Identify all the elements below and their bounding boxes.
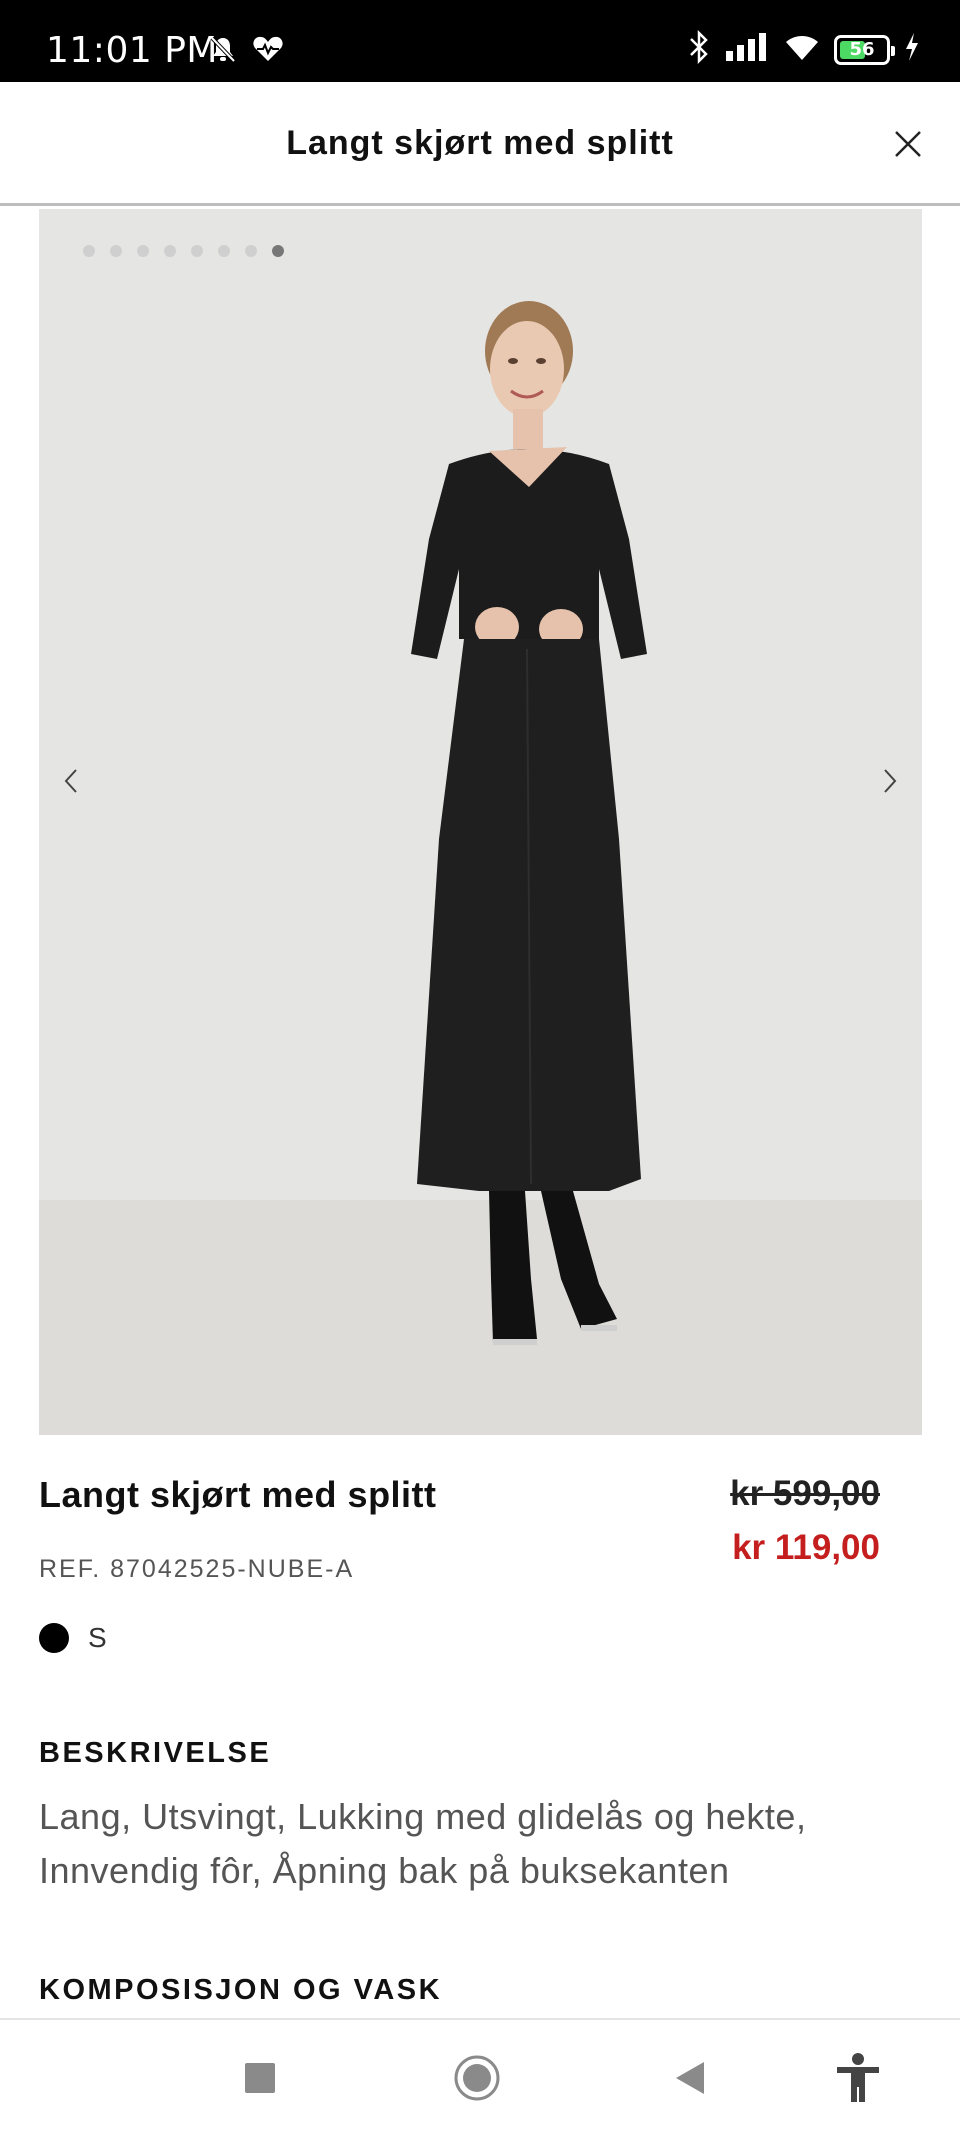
signal-icon — [724, 32, 770, 67]
back-triangle-icon — [676, 2062, 704, 2094]
header-title: Langt skjørt med splitt — [286, 124, 674, 162]
product-photo — [411, 301, 647, 1345]
gallery-next-button[interactable] — [870, 755, 910, 807]
status-right-icons: 56 — [688, 29, 920, 69]
battery-level: 56 — [849, 39, 875, 60]
gallery-dot[interactable] — [218, 245, 230, 257]
gallery-prev-button[interactable] — [51, 755, 91, 807]
product-name: Langt skjørt med splitt — [39, 1474, 437, 1515]
gallery-dot[interactable] — [245, 245, 257, 257]
gallery-dot[interactable] — [164, 245, 176, 257]
description-heading: BESKRIVELSE — [39, 1737, 272, 1769]
system-nav-bar — [0, 2018, 960, 2133]
gallery-pagination-dots — [83, 245, 284, 257]
status-bar: 11:01 PM 56 — [0, 0, 960, 82]
health-heart-icon — [252, 34, 284, 69]
battery-icon: 56 — [834, 34, 895, 65]
product-image-gallery[interactable] — [39, 209, 922, 1435]
wifi-icon — [784, 32, 820, 67]
gallery-dot[interactable] — [191, 245, 203, 257]
back-button[interactable] — [660, 2048, 720, 2108]
status-time: 11:01 PM — [46, 30, 218, 71]
sale-price: kr 119,00 — [732, 1528, 880, 1567]
gallery-dot-active[interactable] — [272, 245, 284, 257]
chevron-left-icon — [64, 769, 77, 793]
modal-header: Langt skjørt med splitt — [0, 82, 960, 206]
recents-button[interactable] — [230, 2048, 290, 2108]
status-left-icons — [208, 34, 284, 69]
size-label: S — [88, 1622, 107, 1653]
original-price: kr 599,00 — [730, 1474, 880, 1513]
home-button[interactable] — [447, 2048, 507, 2108]
description-text: Lang, Utsvingt, Lukking med glidelås og … — [39, 1796, 807, 1891]
recents-square-icon — [245, 2063, 275, 2093]
composition-heading[interactable]: KOMPOSISJON OG VASK — [39, 1974, 442, 2007]
home-circle-icon — [454, 2055, 500, 2101]
accessibility-button[interactable] — [828, 2048, 888, 2108]
mute-bell-icon — [208, 34, 238, 69]
charging-icon — [904, 32, 920, 67]
color-swatch[interactable] — [39, 1623, 69, 1653]
battery-cap — [891, 45, 895, 56]
close-button[interactable] — [886, 122, 930, 166]
close-icon — [895, 131, 921, 157]
accessibility-icon — [837, 2053, 879, 2102]
gallery-dot[interactable] — [83, 245, 95, 257]
gallery-dot[interactable] — [110, 245, 122, 257]
bluetooth-icon — [688, 29, 710, 69]
chevron-right-icon — [884, 769, 897, 793]
gallery-dot[interactable] — [137, 245, 149, 257]
product-reference: REF. 87042525-NUBE-A — [39, 1555, 355, 1583]
